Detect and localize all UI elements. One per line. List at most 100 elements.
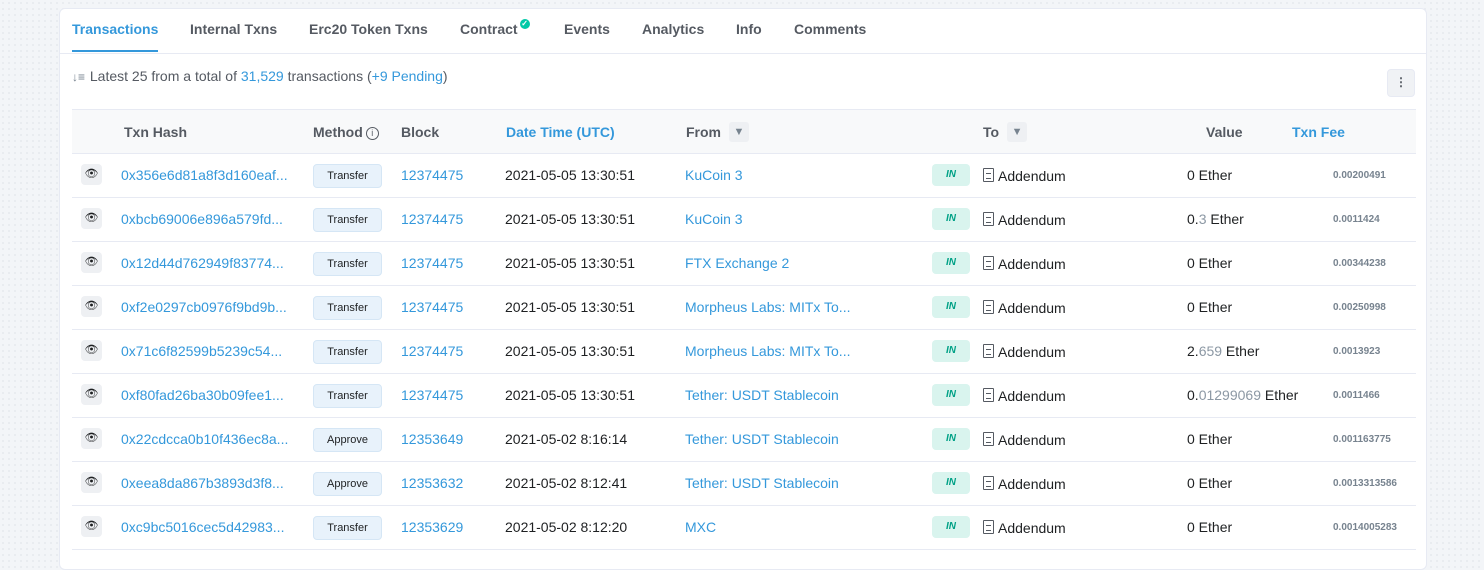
filter-icon[interactable]: ▼ <box>729 122 749 142</box>
txn-fee: 0.00344238 <box>1333 258 1386 269</box>
value-unit: Ether <box>1222 343 1260 359</box>
info-icon[interactable]: i <box>365 127 379 140</box>
txn-hash-link[interactable]: 0x22cdcca0b10f436ec8a... <box>121 431 288 447</box>
value-main: 0. <box>1187 211 1199 227</box>
value: 0 Ether <box>1187 431 1232 447</box>
contract-file-icon <box>983 520 994 534</box>
txn-hash-link[interactable]: 0xeea8da867b3893d3f8... <box>121 475 284 491</box>
txn-hash-link[interactable]: 0xf2e0297cb0976f9bd9b... <box>121 299 287 315</box>
from-address-link[interactable]: Morpheus Labs: MITx To... <box>685 343 850 359</box>
date-time: 2021-05-05 13:30:51 <box>505 299 635 315</box>
transactions-card: Transactions Internal Txns Erc20 Token T… <box>59 8 1427 570</box>
txn-fee: 0.0014005283 <box>1333 522 1397 533</box>
date-time: 2021-05-05 13:30:51 <box>505 255 635 271</box>
date-time: 2021-05-02 8:12:20 <box>505 519 628 535</box>
txn-fee: 0.0013313586 <box>1333 478 1397 489</box>
contract-file-icon <box>983 476 994 490</box>
from-address-link[interactable]: KuCoin 3 <box>685 211 743 227</box>
value-main: 0 <box>1187 167 1195 183</box>
direction-badge: IN <box>932 164 970 186</box>
block-link[interactable]: 12353632 <box>401 475 463 491</box>
eye-icon[interactable]: 👁 <box>81 516 102 537</box>
table-row: 👁 0xeea8da867b3893d3f8... Approve 12353632 2… <box>72 461 1416 506</box>
direction-badge: IN <box>932 208 970 230</box>
direction-badge: IN <box>932 516 970 538</box>
block-link[interactable]: 12374475 <box>401 167 463 183</box>
value-unit: Ether <box>1194 167 1233 183</box>
txn-fee: 0.0013923 <box>1333 346 1381 357</box>
contract-file-icon <box>983 388 994 402</box>
eye-icon[interactable]: 👁 <box>81 340 102 361</box>
value-main: 0 <box>1187 519 1195 535</box>
col-txn-fee[interactable]: Txn Fee <box>1292 124 1345 140</box>
total-count-link[interactable]: 31,529 <box>241 68 284 84</box>
block-link[interactable]: 12374475 <box>401 343 463 359</box>
tab-comments[interactable]: Comments <box>794 9 866 52</box>
more-vertical-icon: ⋮ <box>1395 75 1407 89</box>
table-row: 👁 0xf2e0297cb0976f9bd9b... Transfer 1237447… <box>72 285 1416 330</box>
from-address-link[interactable]: FTX Exchange 2 <box>685 255 789 271</box>
pending-link[interactable]: +9 Pending <box>372 68 443 84</box>
col-value: Value <box>1206 124 1243 140</box>
col-date-time[interactable]: Date Time (UTC) <box>506 124 615 140</box>
method-badge: Transfer <box>313 208 382 232</box>
eye-icon[interactable]: 👁 <box>81 384 102 405</box>
txn-hash-link[interactable]: 0x356e6d81a8f3d160eaf... <box>121 167 288 183</box>
tab-transactions[interactable]: Transactions <box>72 9 159 52</box>
block-link[interactable]: 12353629 <box>401 519 463 535</box>
from-address-link[interactable]: Tether: USDT Stablecoin <box>685 475 839 491</box>
eye-icon[interactable]: 👁 <box>81 428 102 449</box>
txn-hash-link[interactable]: 0xc9bc5016cec5d42983... <box>121 519 284 535</box>
eye-icon[interactable]: 👁 <box>81 472 102 493</box>
txn-fee: 0.001163775 <box>1333 434 1391 445</box>
tab-contract[interactable]: Contract ✓ <box>460 9 530 52</box>
method-badge: Transfer <box>313 252 382 276</box>
more-options-button[interactable]: ⋮ <box>1387 69 1415 97</box>
date-time: 2021-05-05 13:30:51 <box>505 343 635 359</box>
summary-middle: transactions ( <box>287 68 372 84</box>
summary-suffix: ) <box>442 68 448 84</box>
method-badge: Transfer <box>313 516 382 540</box>
value-main: 2. <box>1187 343 1199 359</box>
tab-bar: Transactions Internal Txns Erc20 Token T… <box>60 9 1426 54</box>
txn-hash-link[interactable]: 0x12d44d762949f83774... <box>121 255 284 271</box>
tab-erc20-token-txns[interactable]: Erc20 Token Txns <box>309 9 428 52</box>
method-badge: Approve <box>313 472 382 496</box>
contract-file-icon <box>983 344 994 358</box>
eye-icon[interactable]: 👁 <box>81 164 102 185</box>
eye-icon[interactable]: 👁 <box>81 208 102 229</box>
sort-descending-icon: ↓≡ <box>72 70 86 84</box>
tab-analytics[interactable]: Analytics <box>642 9 704 52</box>
method-badge: Approve <box>313 428 382 452</box>
to-address: Addendum <box>998 344 1066 360</box>
block-link[interactable]: 12353649 <box>401 431 463 447</box>
txn-hash-link[interactable]: 0xbcb69006e896a579fd... <box>121 211 283 227</box>
txn-hash-link[interactable]: 0x71c6f82599b5239c54... <box>121 343 282 359</box>
direction-badge: IN <box>932 296 970 318</box>
col-method-label: Method <box>313 124 363 140</box>
from-address-link[interactable]: MXC <box>685 519 716 535</box>
date-time: 2021-05-05 13:30:51 <box>505 387 635 403</box>
filter-icon[interactable]: ▼ <box>1007 122 1028 142</box>
eye-icon[interactable]: 👁 <box>81 296 102 317</box>
block-link[interactable]: 12374475 <box>401 211 463 227</box>
to-address: Addendum <box>998 212 1066 228</box>
txn-fee: 0.00250998 <box>1333 302 1386 313</box>
from-address-link[interactable]: Tether: USDT Stablecoin <box>685 387 839 403</box>
block-link[interactable]: 12374475 <box>401 255 463 271</box>
block-link[interactable]: 12374475 <box>401 387 463 403</box>
to-address: Addendum <box>998 476 1066 492</box>
from-address-link[interactable]: Morpheus Labs: MITx To... <box>685 299 850 315</box>
to-address: Addendum <box>998 256 1066 272</box>
tab-internal-txns[interactable]: Internal Txns <box>190 9 277 52</box>
from-address-link[interactable]: KuCoin 3 <box>685 167 743 183</box>
tab-events[interactable]: Events <box>564 9 610 52</box>
eye-icon[interactable]: 👁 <box>81 252 102 273</box>
txn-hash-link[interactable]: 0xf80fad26ba30b09fee1... <box>121 387 284 403</box>
to-address: Addendum <box>998 168 1066 184</box>
from-address-link[interactable]: Tether: USDT Stablecoin <box>685 431 839 447</box>
value-unit: Ether <box>1260 387 1299 403</box>
tab-info[interactable]: Info <box>736 9 762 52</box>
block-link[interactable]: 12374475 <box>401 299 463 315</box>
method-badge: Transfer <box>313 164 382 188</box>
